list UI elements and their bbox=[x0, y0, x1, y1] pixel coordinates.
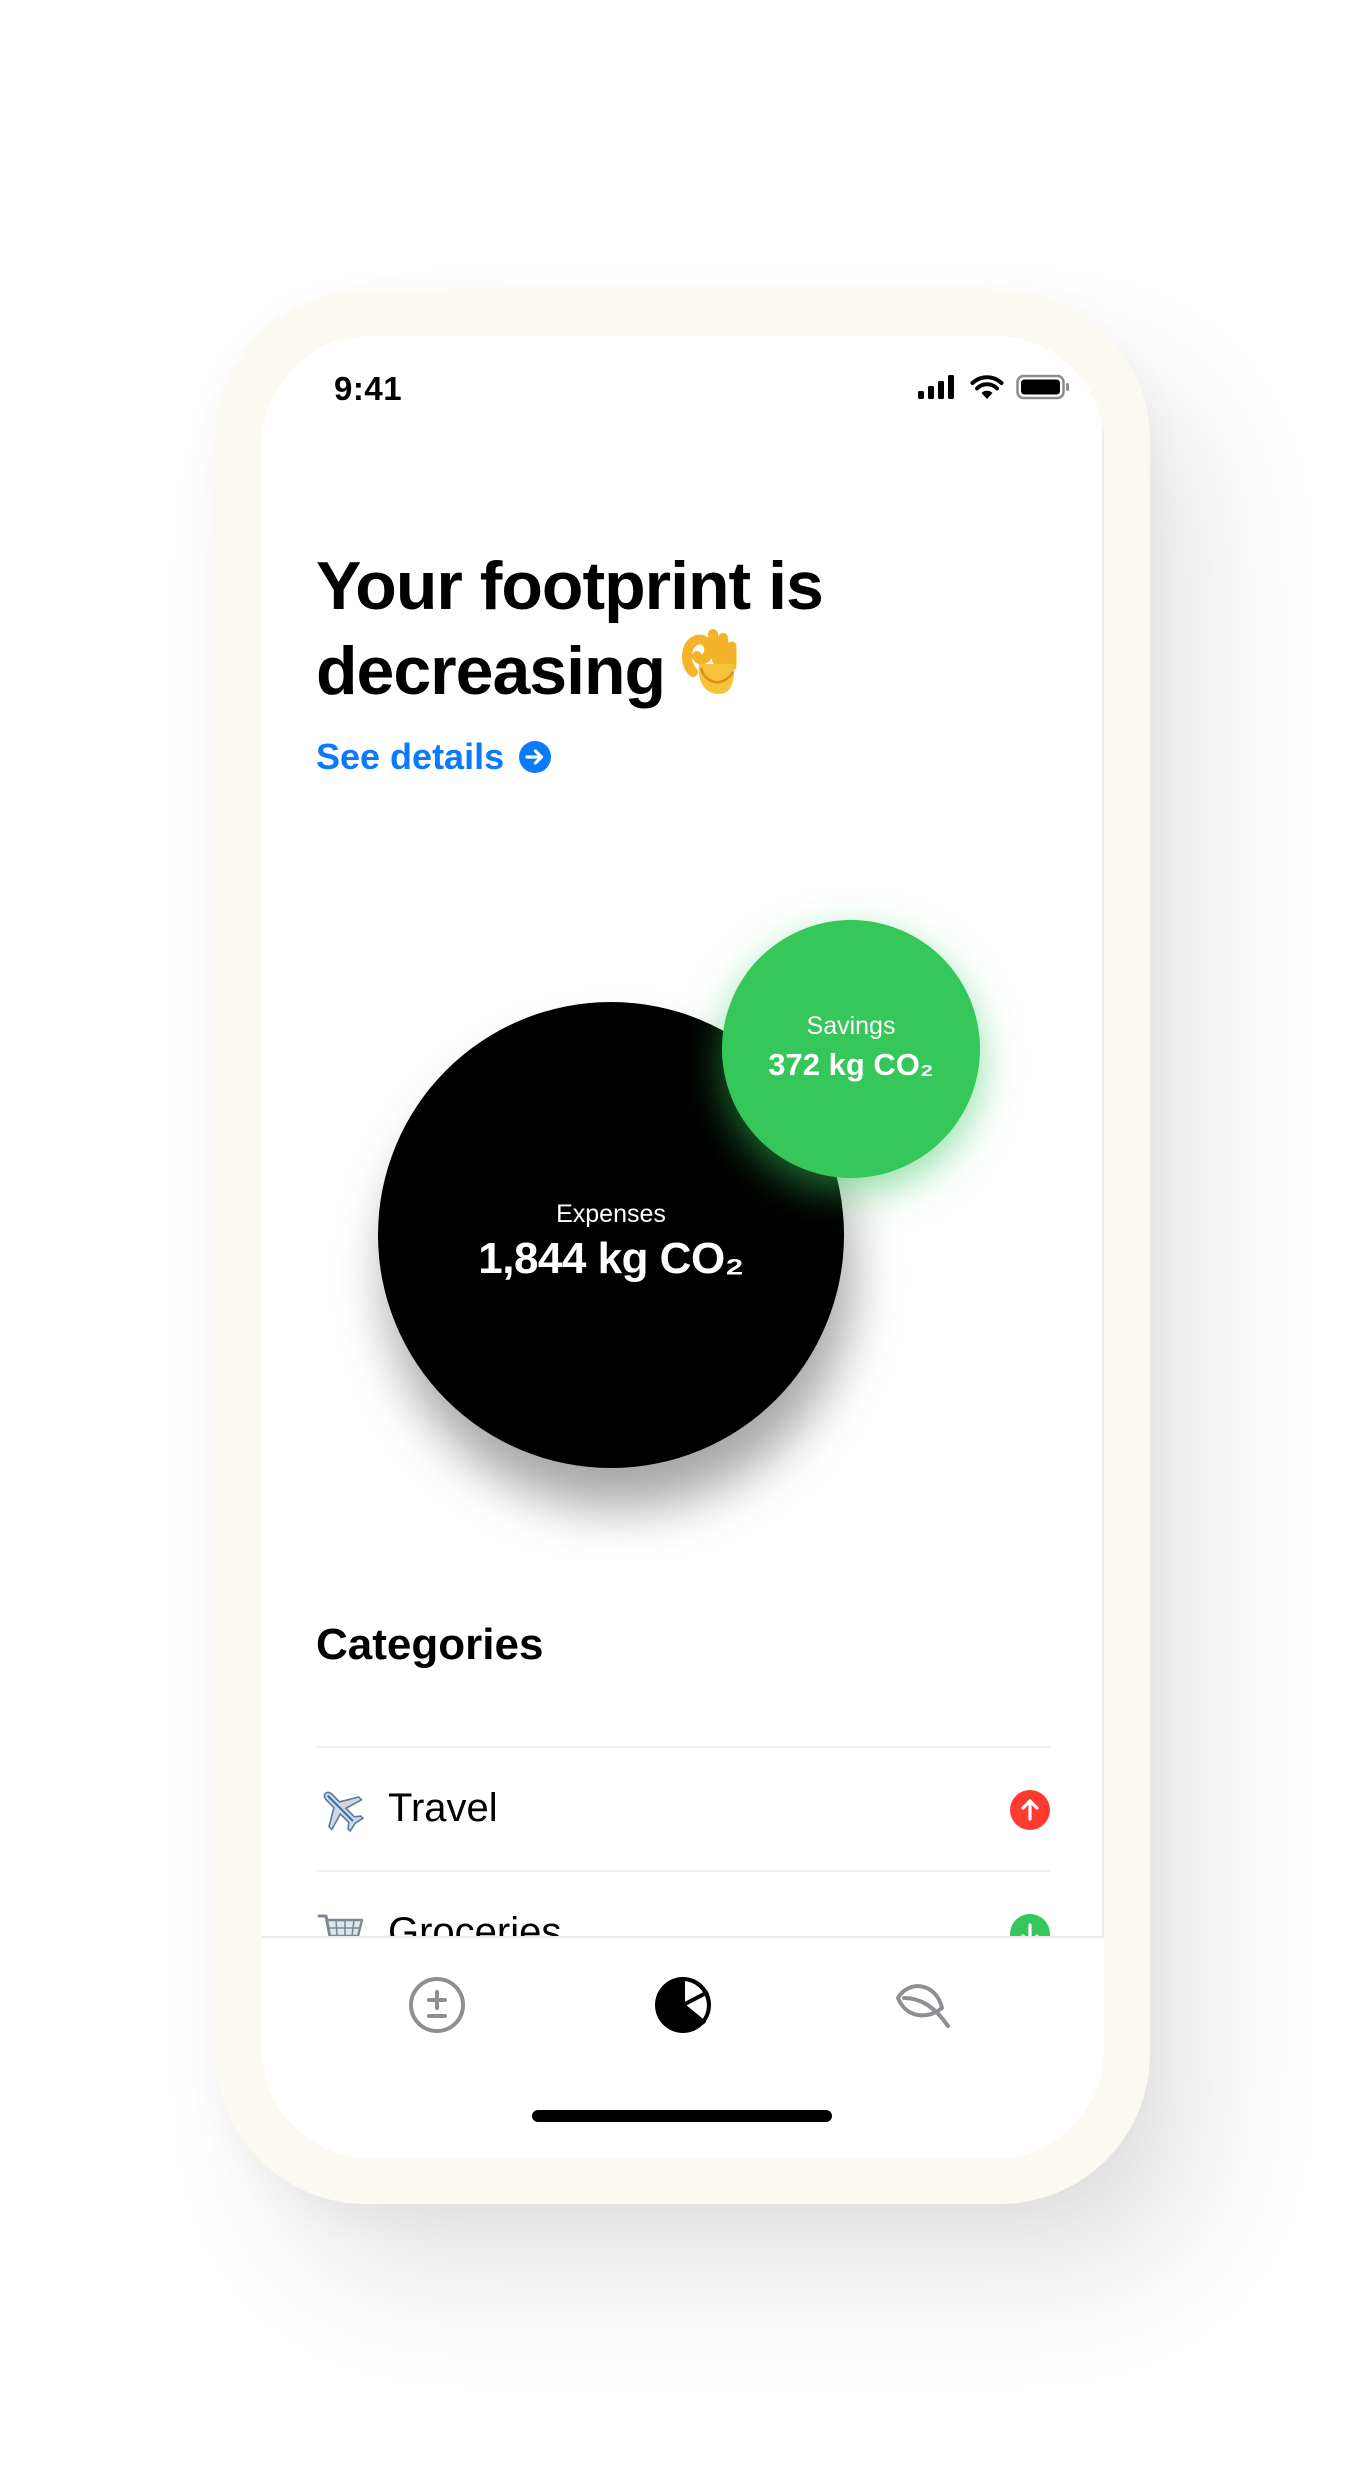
tab-plus-minus[interactable] bbox=[406, 1974, 468, 2036]
status-time: 9:41 bbox=[334, 370, 403, 407]
see-details-label: See details bbox=[316, 736, 505, 777]
page-title-line-1: Your footprint is bbox=[316, 548, 824, 624]
phone-screen: 9:41 Your footprint is decreasing See de… bbox=[262, 336, 1104, 2158]
page-title-line-2-text: decreasing bbox=[316, 633, 666, 709]
tab-pie-chart[interactable] bbox=[652, 1974, 714, 2036]
trend-up-icon bbox=[1010, 1790, 1050, 1830]
pie-chart-icon bbox=[655, 1977, 711, 2033]
status-icons bbox=[918, 374, 1070, 400]
category-row-travel[interactable]: Travel bbox=[316, 1746, 1050, 1870]
expenses-label: Expenses bbox=[556, 1200, 666, 1228]
plus-minus-icon bbox=[409, 1977, 465, 2033]
airplane-icon bbox=[316, 1784, 366, 1839]
screen-edge bbox=[1102, 406, 1104, 2096]
wifi-icon bbox=[970, 375, 1004, 399]
savings-value: 372 kg CO₂ bbox=[768, 1047, 934, 1082]
phone-frame: 9:41 Your footprint is decreasing See de… bbox=[216, 290, 1150, 2204]
tab-bar bbox=[262, 1936, 1104, 2158]
cellular-signal-icon bbox=[918, 375, 954, 399]
home-indicator bbox=[532, 2110, 832, 2122]
page-title: Your footprint is decreasing bbox=[316, 544, 1016, 719]
tab-leaf[interactable] bbox=[892, 1974, 954, 2036]
ok-hand-icon bbox=[679, 628, 741, 719]
category-label: Travel bbox=[388, 1786, 498, 1830]
battery-icon bbox=[1016, 374, 1069, 400]
categories-heading: Categories bbox=[316, 1620, 544, 1669]
arrow-right-circle-icon bbox=[519, 741, 552, 773]
page-title-line-2: decreasing bbox=[316, 628, 1016, 719]
see-details-link[interactable]: See details bbox=[316, 736, 552, 778]
leaf-icon bbox=[896, 1984, 950, 2028]
savings-bubble[interactable]: Savings 372 kg CO₂ bbox=[722, 920, 980, 1178]
stage: 9:41 Your footprint is decreasing See de… bbox=[0, 0, 1368, 2492]
expenses-value: 1,844 kg CO₂ bbox=[478, 1234, 744, 1283]
savings-label: Savings bbox=[806, 1012, 896, 1040]
